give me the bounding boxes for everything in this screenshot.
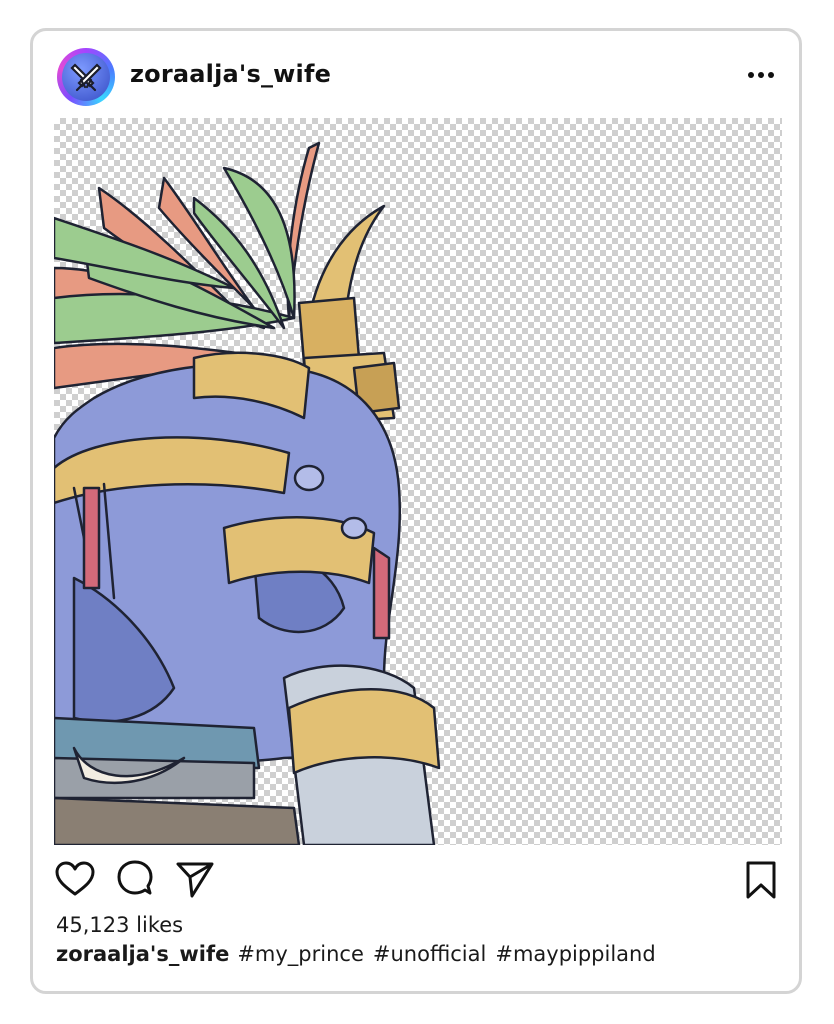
avatar[interactable] (57, 48, 115, 106)
bookmark-icon[interactable] (740, 859, 782, 901)
post-image[interactable] (54, 118, 782, 845)
like-count[interactable]: 45,123 likes (56, 913, 183, 937)
heart-icon[interactable] (54, 859, 96, 901)
post-header: zoraalja's_wife (33, 31, 799, 119)
caption-username[interactable]: zoraalja's_wife (56, 942, 229, 966)
post-actions (54, 859, 782, 903)
post-username[interactable]: zoraalja's_wife (130, 60, 331, 88)
post-card: zoraalja's_wife 45,123 likes zoraalja's_… (30, 28, 802, 994)
hashtag[interactable]: #my_prince (237, 942, 364, 966)
crossed-swords-icon (62, 53, 110, 101)
hashtag[interactable]: #unofficial (373, 942, 486, 966)
post-caption: zoraalja's_wife #my_prince #unofficial #may… (56, 942, 665, 966)
more-horizontal-icon[interactable] (747, 67, 775, 81)
warrior-illustration (54, 141, 441, 845)
hashtag[interactable]: #maypippiland (495, 942, 655, 966)
send-icon[interactable] (174, 859, 216, 901)
comment-icon[interactable] (114, 859, 156, 901)
